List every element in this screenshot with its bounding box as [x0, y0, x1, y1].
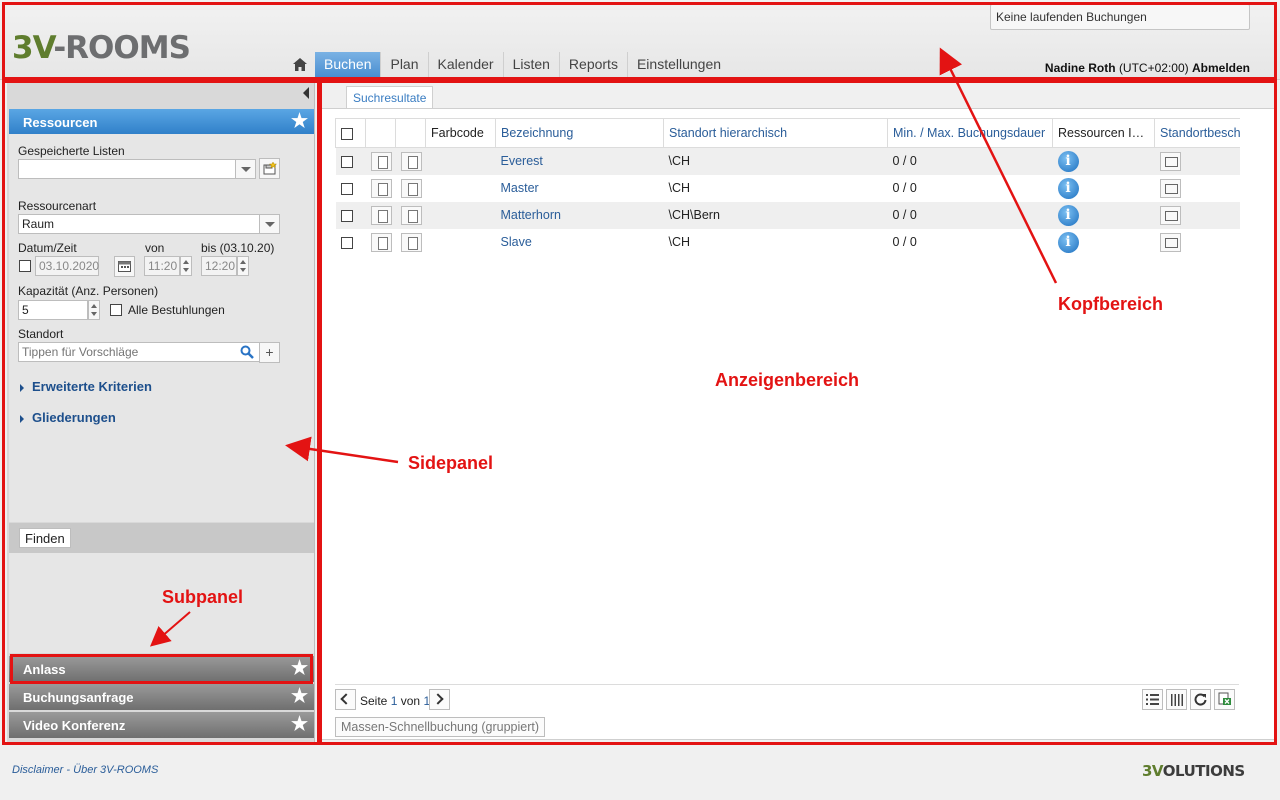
display-annotation-label: Anzeigenbereich: [715, 370, 860, 390]
sidepanel-annotation-arrow: [285, 436, 399, 464]
header-annotation-arrow: [939, 47, 1058, 284]
annotation-arrows: [149, 47, 1058, 647]
subpanel-annotation-label: Subpanel: [162, 587, 244, 607]
footer-links: Disclaimer - Über 3V-ROOMS: [12, 764, 158, 776]
disclaimer-link[interactable]: Disclaimer: [12, 764, 63, 776]
vendor-logo-text: OLUTIONS: [1162, 762, 1245, 780]
vendor-logo: 3VOLUTIONS: [1142, 762, 1245, 780]
subpanel-annotation-arrow: [149, 611, 191, 647]
footer-separator: -: [66, 764, 71, 776]
about-link[interactable]: Über 3V-ROOMS: [73, 764, 158, 776]
vendor-logo-prefix: 3V: [1142, 762, 1163, 780]
header-annotation-label: Kopfbereich: [1058, 294, 1164, 314]
sidepanel-annotation-label: Sidepanel: [408, 453, 494, 473]
